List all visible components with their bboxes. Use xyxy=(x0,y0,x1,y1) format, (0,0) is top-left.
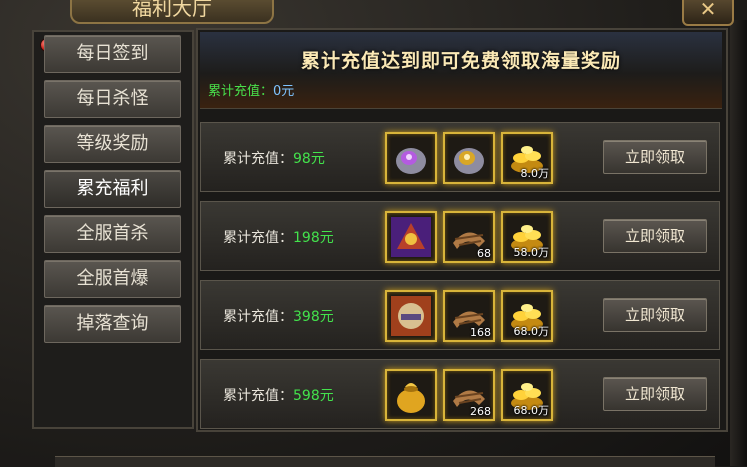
reward-qty: 58.0万 xyxy=(513,246,550,259)
row-label-text: 累计充值： xyxy=(223,230,293,246)
sidebar-item-drop-query[interactable]: 掉落查询 xyxy=(44,305,181,343)
row-label-text: 累计充值： xyxy=(223,309,293,325)
claim-button[interactable]: 立即领取 xyxy=(603,377,707,411)
helmet-item-icon xyxy=(391,296,431,336)
reward-qty: 68.0万 xyxy=(513,325,550,338)
reward-qty: 8.0万 xyxy=(520,167,550,180)
gold-gem-ore-icon xyxy=(454,148,484,174)
gold-pouch-icon xyxy=(397,383,425,413)
reward-qty: 68 xyxy=(477,247,491,260)
reward-slot[interactable]: 68 xyxy=(443,211,495,263)
row-amount: 198元 xyxy=(293,230,334,246)
reward-slot[interactable] xyxy=(385,211,437,263)
reward-qty: 68.0万 xyxy=(513,404,550,417)
reward-slot[interactable] xyxy=(443,132,495,184)
reward-slot[interactable]: 168 xyxy=(443,290,495,342)
reward-row: 累计充值：398元 168 68.0万 立即领取 xyxy=(200,280,720,350)
reward-row: 累计充值：598元 268 68.0万 立即领取 xyxy=(200,359,720,429)
sidebar-item-daily-signin[interactable]: 每日签到 xyxy=(44,35,181,73)
close-button[interactable]: ✕ xyxy=(682,0,734,26)
reward-slot[interactable]: 68.0万 xyxy=(501,290,553,342)
row-label: 累计充值：598元 xyxy=(223,385,334,405)
reward-slot[interactable] xyxy=(385,369,437,421)
claim-button[interactable]: 立即领取 xyxy=(603,219,707,253)
row-label-text: 累计充值： xyxy=(223,388,293,404)
reward-slot[interactable] xyxy=(385,290,437,342)
sidebar-item-recharge-benefit[interactable]: 累充福利 xyxy=(44,170,181,208)
reward-slot[interactable] xyxy=(385,132,437,184)
sidebar-item-level-reward[interactable]: 等级奖励 xyxy=(44,125,181,163)
total-recharge-amount: 0元 xyxy=(273,84,295,99)
reward-row: 累计充值：198元 68 58.0万 立即领取 xyxy=(200,201,720,271)
bottom-toolbar xyxy=(55,456,715,467)
reward-banner: 累计充值达到即可免费领取海量奖励 累计充值：0元 xyxy=(200,32,722,109)
sidebar-item-server-first-drop[interactable]: 全服首爆 xyxy=(44,260,181,298)
row-label: 累计充值：198元 xyxy=(223,227,334,247)
reward-slot[interactable]: 268 xyxy=(443,369,495,421)
window-edge xyxy=(730,20,747,466)
reward-qty: 168 xyxy=(470,326,491,339)
total-recharge-label: 累计充值： xyxy=(208,84,274,99)
window-title: 福利大厅 xyxy=(70,0,274,24)
total-recharge: 累计充值：0元 xyxy=(208,80,294,99)
purple-armor-icon xyxy=(391,217,431,257)
row-label: 累计充值：398元 xyxy=(223,306,334,326)
banner-title: 累计充值达到即可免费领取海量奖励 xyxy=(300,50,621,72)
purple-gem-ore-icon xyxy=(396,148,426,174)
row-label: 累计充值：98元 xyxy=(223,148,325,168)
row-label-text: 累计充值： xyxy=(223,151,293,167)
reward-qty: 268 xyxy=(470,405,491,418)
claim-button[interactable]: 立即领取 xyxy=(603,298,707,332)
reward-slot[interactable]: 58.0万 xyxy=(501,211,553,263)
reward-row: 累计充值：98元 8.0万 立即领取 xyxy=(200,122,720,192)
reward-slot[interactable]: 68.0万 xyxy=(501,369,553,421)
sidebar-item-server-first-kill[interactable]: 全服首杀 xyxy=(44,215,181,253)
row-amount: 398元 xyxy=(293,309,334,325)
claim-button[interactable]: 立即领取 xyxy=(603,140,707,174)
sidebar-item-daily-kill[interactable]: 每日杀怪 xyxy=(44,80,181,118)
row-amount: 598元 xyxy=(293,388,334,404)
reward-slot[interactable]: 8.0万 xyxy=(501,132,553,184)
row-amount: 98元 xyxy=(293,151,325,167)
